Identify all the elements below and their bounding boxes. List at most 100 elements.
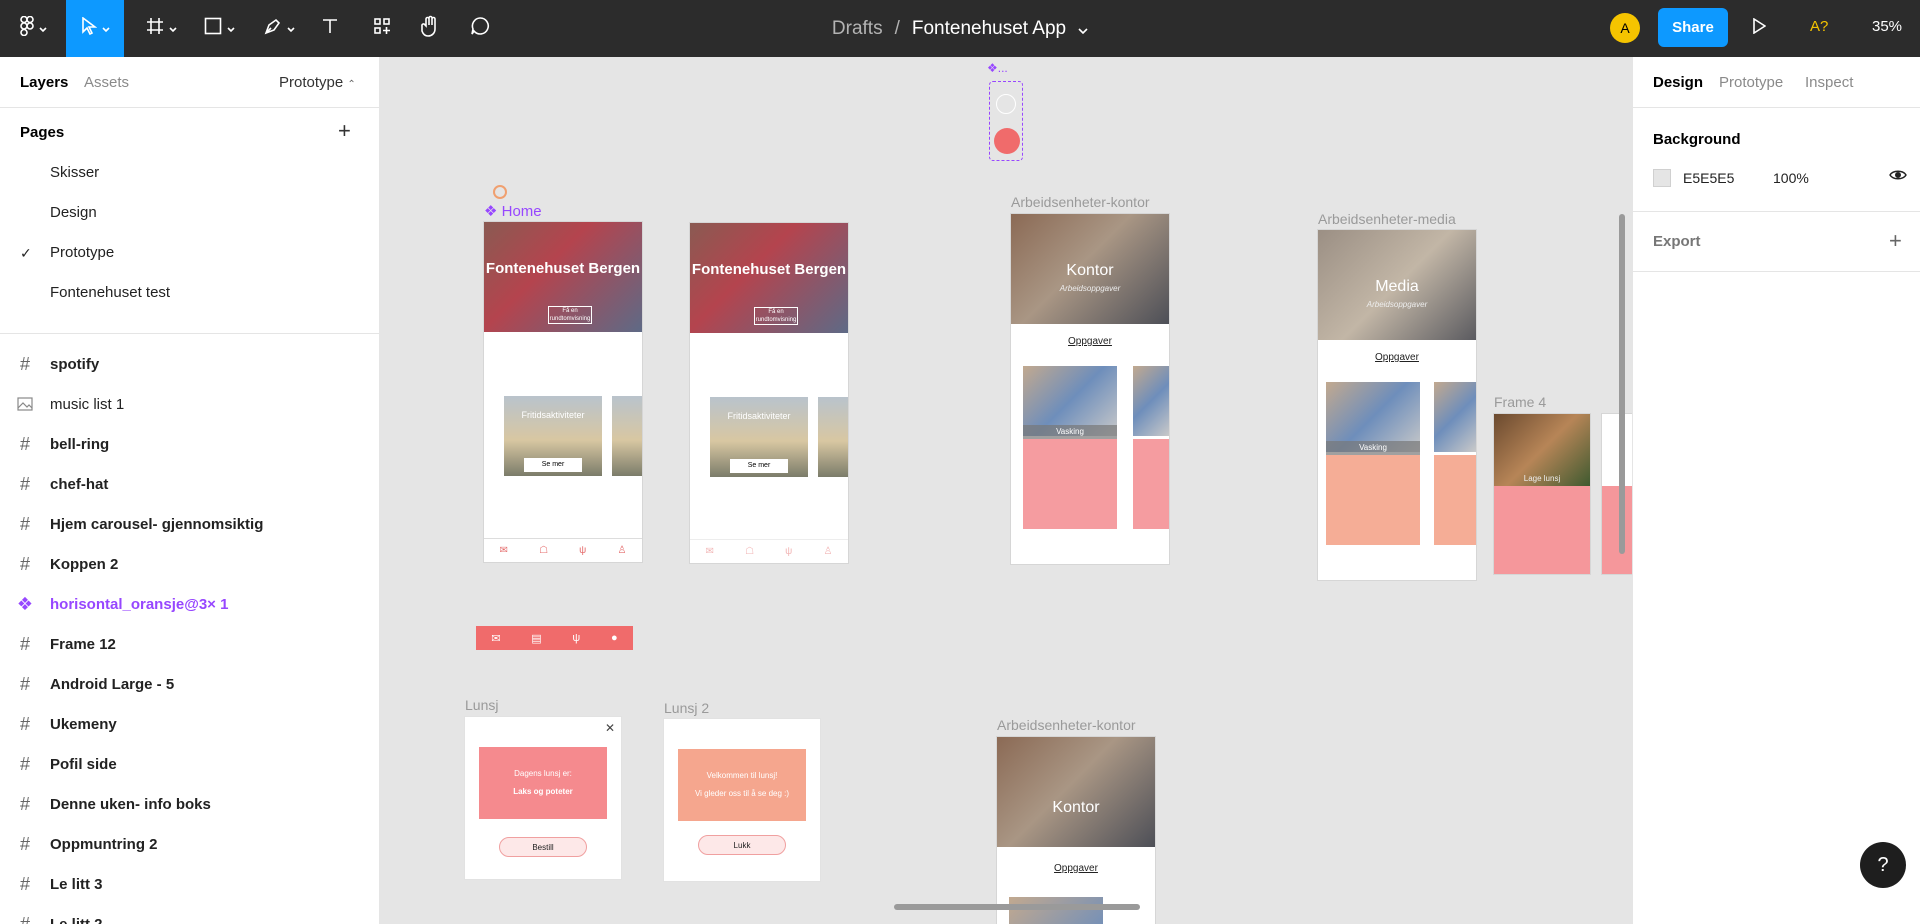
activity-card[interactable]: Fritidsaktiviteter Se mer: [710, 397, 808, 477]
lunsj2-frame[interactable]: Velkommen til lunsj! Vi gleder oss til å…: [664, 719, 820, 881]
add-export-button[interactable]: +: [1889, 228, 1902, 254]
media-frame[interactable]: Media Arbeidsoppgaver Oppgaver Vasking: [1318, 230, 1476, 580]
frame-label-kontor-2[interactable]: Arbeidsenheter-kontor: [997, 717, 1136, 733]
share-button[interactable]: Share: [1658, 8, 1728, 47]
frame-label-frame4[interactable]: Frame 4: [1494, 394, 1546, 410]
layer-row[interactable]: # Denne uken- info boks: [0, 784, 379, 824]
resources-button[interactable]: [370, 0, 394, 57]
move-tool-button[interactable]: [66, 0, 124, 57]
layer-row[interactable]: # Android Large - 5: [0, 664, 379, 704]
frame-label-home[interactable]: ❖ Home: [484, 202, 542, 220]
layer-row[interactable]: # Oppmuntring 2: [0, 824, 379, 864]
frame-tool-button[interactable]: [140, 0, 182, 57]
layer-row[interactable]: # chef-hat: [0, 464, 379, 504]
cutlery-icon[interactable]: ψ: [572, 632, 580, 644]
help-button[interactable]: ?: [1860, 842, 1906, 888]
layer-row[interactable]: # spotify: [0, 344, 379, 384]
page-mode-dropdown[interactable]: Prototype ⌃: [279, 74, 356, 91]
horizontal-scrollbar[interactable]: [894, 904, 1140, 910]
tab-layers[interactable]: Layers: [20, 74, 68, 91]
user-icon[interactable]: ♙: [823, 546, 832, 557]
home-frame-1[interactable]: Fontenehuset Bergen Få en rundtomvisning…: [484, 222, 642, 562]
layer-row[interactable]: # Pofil side: [0, 744, 379, 784]
figma-logo-icon: [19, 15, 34, 41]
hero-button[interactable]: Få en rundtomvisning: [754, 307, 798, 325]
kontor-frame[interactable]: Kontor Arbeidsoppgaver Oppgaver Vasking: [1011, 214, 1169, 564]
pen-tool-button[interactable]: [258, 0, 300, 57]
cutlery-icon[interactable]: ψ: [579, 545, 586, 556]
tasks-link[interactable]: Oppgaver: [1011, 336, 1169, 347]
layer-row[interactable]: # Hjem carousel- gjennomsiktig: [0, 504, 379, 544]
task-text-area: [1326, 455, 1420, 545]
layer-row[interactable]: # Koppen 2: [0, 544, 379, 584]
layer-row[interactable]: # Le litt 2: [0, 904, 379, 924]
present-button[interactable]: [1752, 0, 1767, 57]
mail-icon[interactable]: ✉: [500, 545, 508, 556]
logo-variant-white[interactable]: [996, 94, 1016, 114]
layer-row[interactable]: ❖ horisontal_oransje@3× 1: [0, 584, 379, 624]
order-button[interactable]: Bestill: [499, 837, 587, 857]
tab-assets[interactable]: Assets: [84, 74, 129, 91]
file-name[interactable]: Fontenehuset App: [912, 18, 1066, 40]
lunsj-frame[interactable]: ✕ Dagens lunsj er: Laks og poteter Besti…: [465, 717, 621, 879]
vertical-scrollbar[interactable]: [1619, 214, 1625, 554]
background-swatch[interactable]: [1653, 169, 1671, 187]
accessibility-check-button[interactable]: A?: [1810, 18, 1828, 35]
component-set[interactable]: [989, 81, 1023, 161]
close-icon[interactable]: ✕: [605, 721, 615, 735]
layer-row[interactable]: # bell-ring: [0, 424, 379, 464]
close-button[interactable]: Lukk: [698, 835, 786, 855]
kontor-frame-2[interactable]: Kontor Oppgaver: [997, 737, 1155, 924]
user-icon[interactable]: ♙: [617, 545, 626, 556]
comment-tool-button[interactable]: [468, 0, 492, 57]
breadcrumb-drafts[interactable]: Drafts: [832, 18, 883, 40]
background-hex-input[interactable]: E5E5E5: [1683, 170, 1734, 186]
text-tool-button[interactable]: [318, 0, 342, 57]
frame-label-media[interactable]: Arbeidsenheter-media: [1318, 211, 1456, 227]
mail-icon[interactable]: ✉: [491, 632, 500, 645]
cutlery-icon[interactable]: ψ: [785, 546, 792, 557]
component-set-label[interactable]: ❖...: [987, 61, 1008, 75]
hero-button[interactable]: Få en rundtomvisning: [548, 306, 592, 324]
user-icon[interactable]: ●: [611, 632, 618, 644]
frame-label-kontor[interactable]: Arbeidsenheter-kontor: [1011, 194, 1150, 210]
tab-design[interactable]: Design: [1653, 74, 1703, 91]
add-page-button[interactable]: +: [338, 118, 351, 144]
eye-icon[interactable]: [1889, 168, 1907, 187]
frame-label-lunsj2[interactable]: Lunsj 2: [664, 700, 709, 716]
background-opacity-input[interactable]: 100%: [1773, 170, 1809, 186]
menu-book-icon[interactable]: ▤: [531, 632, 541, 645]
card-button[interactable]: Se mer: [524, 458, 582, 472]
page-item-design[interactable]: Design: [50, 204, 97, 221]
chevron-down-icon: [226, 20, 235, 38]
chevron-down-icon[interactable]: [1078, 18, 1088, 40]
page-item-skisser[interactable]: Skisser: [50, 164, 99, 181]
tasks-link[interactable]: Oppgaver: [1318, 352, 1476, 363]
avatar[interactable]: A: [1610, 13, 1640, 43]
frame-4[interactable]: Lage lunsj: [1494, 414, 1590, 574]
chef-hat-icon[interactable]: ☖: [539, 545, 548, 556]
layer-row[interactable]: # Frame 12: [0, 624, 379, 664]
home-frame-2[interactable]: Fontenehuset Bergen Få en rundtomvisning…: [690, 223, 848, 563]
main-menu-button[interactable]: [10, 0, 56, 57]
layer-row[interactable]: # Ukemeny: [0, 704, 379, 744]
canvas[interactable]: ❖... ❖ Home Fontenehuset Bergen Få en ru…: [381, 57, 1632, 924]
nav-bar-component[interactable]: ✉ ▤ ψ ●: [476, 626, 633, 650]
page-item-prototype[interactable]: Prototype: [50, 244, 114, 261]
tab-inspect[interactable]: Inspect: [1805, 74, 1853, 91]
mail-icon[interactable]: ✉: [706, 546, 714, 557]
zoom-dropdown[interactable]: 35%: [1872, 18, 1902, 35]
tab-prototype[interactable]: Prototype: [1719, 74, 1783, 91]
activity-card[interactable]: Fritidsaktiviteter Se mer: [504, 396, 602, 476]
page-item-fontenehuset-test[interactable]: Fontenehuset test: [50, 284, 170, 301]
logo-variant-red[interactable]: [994, 128, 1020, 154]
chevron-up-icon: ⌃: [347, 79, 356, 90]
tasks-link[interactable]: Oppgaver: [997, 863, 1155, 874]
shape-tool-button[interactable]: [198, 0, 240, 57]
frame-label-lunsj[interactable]: Lunsj: [465, 697, 498, 713]
layer-row[interactable]: # Le litt 3: [0, 864, 379, 904]
card-button[interactable]: Se mer: [730, 459, 788, 473]
hand-tool-button[interactable]: [418, 0, 442, 57]
chef-hat-icon[interactable]: ☖: [745, 546, 754, 557]
layer-row[interactable]: music list 1: [0, 384, 379, 424]
